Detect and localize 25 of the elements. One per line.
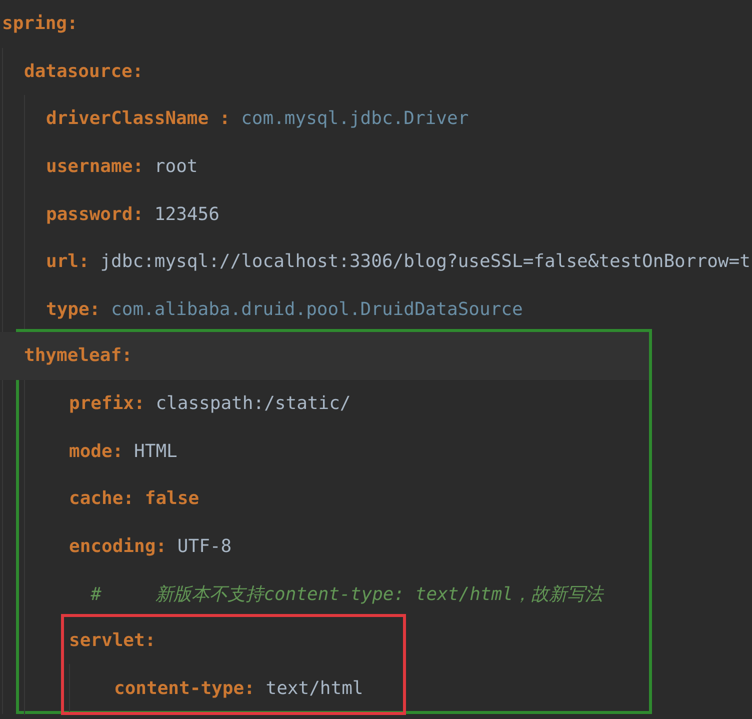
yaml-value: com.mysql.jdbc.Driver — [241, 108, 469, 130]
yaml-value: UTF-8 — [177, 536, 232, 557]
yaml-value: HTML — [134, 440, 178, 462]
yaml-key: url: — [46, 251, 90, 272]
yaml-value: com.alibaba.druid.pool.DruidDataSource — [111, 298, 523, 320]
yaml-key: spring: — [2, 13, 78, 34]
yaml-value: false — [144, 488, 200, 510]
yaml-key: username: — [46, 156, 144, 178]
yaml-key: password: — [46, 204, 144, 225]
yaml-key: cache: — [69, 488, 134, 510]
yaml-key: prefix: — [69, 393, 145, 414]
yaml-key: servlet: — [69, 630, 156, 652]
yaml-key: thymeleaf: — [24, 345, 132, 366]
yaml-value: classpath:/static/ — [156, 393, 351, 414]
yaml-key: type: — [46, 298, 100, 320]
code-comment: # 新版本不支持content-type: text/html，故新写法 — [90, 582, 603, 606]
yaml-value: root — [154, 156, 198, 178]
yaml-key: driverClassName : — [46, 108, 230, 130]
yaml-key: encoding: — [69, 536, 167, 557]
yaml-value: jdbc:mysql://localhost:3306/blog?useSSL=false&testOnBorrow=t — [100, 251, 750, 272]
yaml-key: mode: — [69, 440, 124, 462]
yaml-key: content-type: — [114, 678, 255, 699]
yaml-key: datasource: — [24, 60, 144, 82]
yaml-value: 123456 — [154, 204, 220, 225]
yaml-value: text/html — [266, 678, 364, 699]
